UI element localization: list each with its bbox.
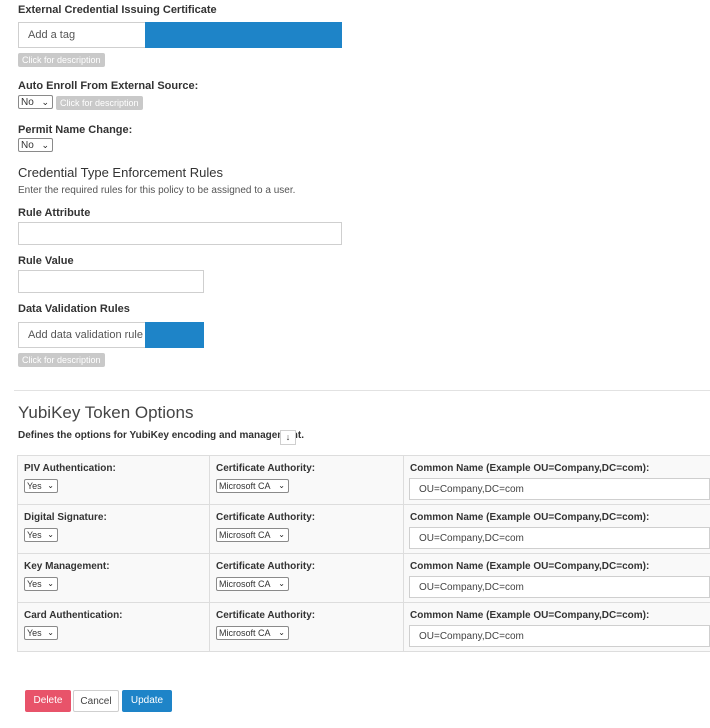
common-name-input[interactable]: OU=Company,DC=com <box>409 527 710 549</box>
yubikey-title: YubiKey Token Options <box>18 403 194 422</box>
option-enabled-value: Yes <box>27 579 42 589</box>
yubikey-table-body: PIV Authentication: Yes ⌄ Certificate Autho… <box>17 455 710 652</box>
data-validation-label: Data Validation Rules <box>18 303 130 315</box>
option-enabled-select[interactable]: Yes ⌄ <box>24 528 58 542</box>
ca-select[interactable]: Microsoft CA ⌄ <box>216 479 289 493</box>
permit-name-select[interactable]: No ⌄ <box>18 138 53 152</box>
option-enabled-select[interactable]: Yes ⌄ <box>24 479 58 493</box>
table-row: Digital Signature: Yes ⌄ Certificate Author… <box>17 504 710 554</box>
rule-value-label: Rule Value <box>18 255 74 267</box>
cn-label: Common Name (Example OU=Company,DC=com): <box>410 463 650 474</box>
cn-label: Common Name (Example OU=Company,DC=com): <box>410 512 650 523</box>
enforcement-help-text: Enter the required rules for this policy… <box>18 185 296 196</box>
cn-label: Common Name (Example OU=Company,DC=com): <box>410 561 650 572</box>
data-validation-description-button[interactable]: Click for description <box>18 353 105 367</box>
ca-select[interactable]: Microsoft CA ⌄ <box>216 577 289 591</box>
arrow-down-icon[interactable]: ↓ <box>280 430 296 445</box>
rule-attribute-input[interactable] <box>18 222 342 245</box>
rule-value-input[interactable] <box>18 270 204 293</box>
enforcement-heading: Credential Type Enforcement Rules <box>18 165 223 180</box>
ca-value: Microsoft CA <box>219 628 271 638</box>
ext-cert-label: External Credential Issuing Certificate <box>18 4 217 16</box>
chevron-down-icon: ⌄ <box>47 481 54 490</box>
section-divider <box>14 390 710 391</box>
chevron-down-icon: ⌄ <box>278 628 285 637</box>
option-label: Card Authentication: <box>24 610 123 621</box>
option-enabled-value: Yes <box>27 481 42 491</box>
common-name-input[interactable]: OU=Company,DC=com <box>409 625 710 647</box>
option-enabled-select[interactable]: Yes ⌄ <box>24 577 58 591</box>
rule-attribute-label: Rule Attribute <box>18 207 91 219</box>
option-enabled-value: Yes <box>27 530 42 540</box>
delete-button[interactable]: Delete <box>25 690 71 712</box>
cn-cell: Common Name (Example OU=Company,DC=com):… <box>403 553 710 603</box>
ext-cert-tag-input[interactable]: Add a tag <box>18 22 145 48</box>
option-label: PIV Authentication: <box>24 463 116 474</box>
option-cell: PIV Authentication: Yes ⌄ <box>17 455 210 505</box>
update-button[interactable]: Update <box>122 690 172 712</box>
ext-cert-description-button[interactable]: Click for description <box>18 53 105 67</box>
auto-enroll-label: Auto Enroll From External Source: <box>18 80 199 92</box>
cn-cell: Common Name (Example OU=Company,DC=com):… <box>403 455 710 505</box>
yubikey-options-table: PIV Authentication: Yes ⌄ Certificate Autho… <box>17 455 710 652</box>
data-validation-tag-field[interactable]: Add data validation rule c <box>18 322 204 348</box>
ca-select[interactable]: Microsoft CA ⌄ <box>216 626 289 640</box>
permit-name-value: No <box>21 139 34 151</box>
ca-value: Microsoft CA <box>219 579 271 589</box>
table-row: PIV Authentication: Yes ⌄ Certificate Autho… <box>17 455 710 505</box>
cn-cell: Common Name (Example OU=Company,DC=com):… <box>403 504 710 554</box>
option-enabled-select[interactable]: Yes ⌄ <box>24 626 58 640</box>
option-enabled-value: Yes <box>27 628 42 638</box>
chevron-down-icon: ⌄ <box>41 97 49 107</box>
ca-cell: Certificate Authority: Microsoft CA ⌄ <box>209 504 404 554</box>
ca-label: Certificate Authority: <box>216 463 316 474</box>
ca-select[interactable]: Microsoft CA ⌄ <box>216 528 289 542</box>
option-cell: Digital Signature: Yes ⌄ <box>17 504 210 554</box>
chevron-down-icon: ⌄ <box>47 628 54 637</box>
cancel-button[interactable]: Cancel <box>73 690 119 712</box>
chevron-down-icon: ⌄ <box>278 579 285 588</box>
chevron-down-icon: ⌄ <box>278 530 285 539</box>
chevron-down-icon: ⌄ <box>278 481 285 490</box>
auto-enroll-select[interactable]: No ⌄ <box>18 95 53 109</box>
ca-value: Microsoft CA <box>219 530 271 540</box>
ext-cert-tag-field[interactable]: Add a tag <box>18 22 342 48</box>
common-name-input[interactable]: OU=Company,DC=com <box>409 576 710 598</box>
chevron-down-icon: ⌄ <box>47 530 54 539</box>
permit-name-label: Permit Name Change: <box>18 124 133 136</box>
cn-cell: Common Name (Example OU=Company,DC=com):… <box>403 602 710 652</box>
data-validation-input[interactable]: Add data validation rule c <box>18 322 145 348</box>
ca-cell: Certificate Authority: Microsoft CA ⌄ <box>209 553 404 603</box>
chevron-down-icon: ⌄ <box>47 579 54 588</box>
option-cell: Key Management: Yes ⌄ <box>17 553 210 603</box>
chevron-down-icon: ⌄ <box>41 140 49 150</box>
table-row: Card Authentication: Yes ⌄ Certificate Auth… <box>17 602 710 652</box>
data-validation-tag-bar[interactable] <box>145 322 204 348</box>
auto-enroll-value: No <box>21 96 34 108</box>
ca-label: Certificate Authority: <box>216 561 316 572</box>
cn-label: Common Name (Example OU=Company,DC=com): <box>410 610 650 621</box>
ca-label: Certificate Authority: <box>216 610 316 621</box>
ext-cert-tag-bar[interactable] <box>145 22 342 48</box>
ca-cell: Certificate Authority: Microsoft CA ⌄ <box>209 602 404 652</box>
ca-value: Microsoft CA <box>219 481 271 491</box>
option-label: Digital Signature: <box>24 512 107 523</box>
table-row: Key Management: Yes ⌄ Certificate Authority… <box>17 553 710 603</box>
ca-label: Certificate Authority: <box>216 512 316 523</box>
common-name-input[interactable]: OU=Company,DC=com <box>409 478 710 500</box>
auto-enroll-description-button[interactable]: Click for description <box>56 96 143 110</box>
option-label: Key Management: <box>24 561 110 572</box>
option-cell: Card Authentication: Yes ⌄ <box>17 602 210 652</box>
ca-cell: Certificate Authority: Microsoft CA ⌄ <box>209 455 404 505</box>
yubikey-description: Defines the options for YubiKey encoding… <box>18 430 304 441</box>
